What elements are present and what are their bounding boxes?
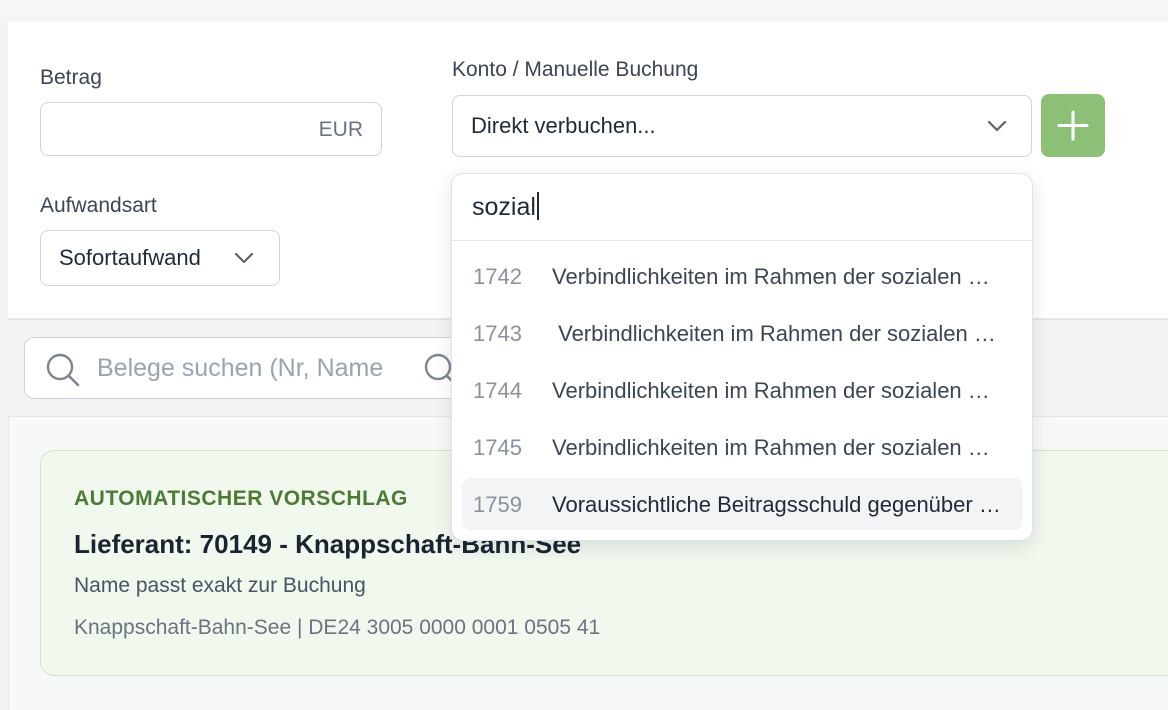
option-account-name: Verbindlichkeiten im Rahmen der sozialen… — [552, 435, 1004, 460]
suggestion-kicker: AUTOMATISCHER VORSCHLAG — [74, 487, 408, 510]
search-placeholder: Belege suchen (Nr, Name — [97, 354, 384, 382]
top-strip — [0, 0, 1168, 22]
suggestion-bank-details: Knappschaft-Bahn-See | DE24 3005 0000 00… — [74, 616, 601, 639]
option-account-name: Verbindlichkeiten im Rahmen der sozialen… — [552, 264, 1004, 289]
search-icon — [46, 353, 80, 387]
currency-suffix: EUR — [318, 118, 363, 141]
dropdown-option[interactable]: 1745 Verbindlichkeiten im Rahmen der soz… — [462, 421, 1023, 473]
amount-input[interactable]: EUR — [40, 102, 382, 156]
suggestion-reason: Name passt exakt zur Buchung — [74, 574, 366, 597]
konto-label: Konto / Manuelle Buchung — [452, 58, 699, 81]
option-account-number: 1745 — [473, 435, 522, 460]
expense-type-label: Aufwandsart — [40, 194, 157, 217]
option-account-name: Voraussichtliche Beitragsschuld gegenübe… — [552, 492, 1004, 517]
dropdown-search-input[interactable]: sozial — [452, 174, 1032, 241]
expense-type-select[interactable]: Sofortaufwand — [40, 230, 280, 286]
option-account-number: 1742 — [473, 264, 522, 289]
chevron-down-icon — [234, 252, 254, 264]
konto-dropdown: sozial 1742 Verbindlichkeiten im Rahmen … — [451, 173, 1033, 541]
receipt-search-input[interactable]: Belege suchen (Nr, Name — [24, 337, 484, 399]
option-account-number: 1759 — [473, 492, 522, 517]
dropdown-search-query: sozial — [472, 193, 536, 221]
konto-select[interactable]: Direkt verbuchen... — [452, 95, 1032, 157]
plus-icon — [1057, 110, 1089, 141]
amount-label: Betrag — [40, 66, 102, 89]
dropdown-option[interactable]: 1744 Verbindlichkeiten im Rahmen der soz… — [462, 364, 1023, 416]
dropdown-option-highlighted[interactable]: 1759 Voraussichtliche Beitragsschuld geg… — [462, 478, 1023, 530]
expense-type-selected-value: Sofortaufwand — [59, 245, 201, 270]
text-caret — [536, 192, 539, 220]
konto-selected-value: Direkt verbuchen... — [471, 113, 656, 138]
add-account-button[interactable] — [1041, 94, 1105, 157]
option-account-number: 1743 — [473, 321, 522, 346]
dropdown-option[interactable]: 1743 Verbindlichkeiten im Rahmen der soz… — [462, 307, 1023, 359]
option-account-number: 1744 — [473, 378, 522, 403]
option-account-name: Verbindlichkeiten im Rahmen der sozialen… — [558, 321, 1004, 346]
dropdown-option[interactable]: 1742 Verbindlichkeiten im Rahmen der soz… — [462, 250, 1023, 302]
option-account-name: Verbindlichkeiten im Rahmen der sozialen… — [552, 378, 1004, 403]
chevron-down-icon — [987, 120, 1007, 132]
